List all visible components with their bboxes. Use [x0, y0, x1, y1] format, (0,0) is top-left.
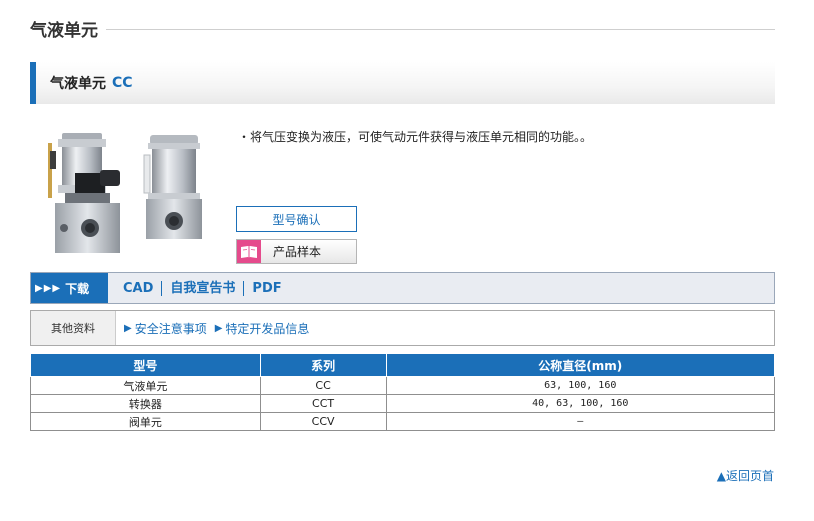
special-products-text: 特定开发品信息 — [225, 321, 310, 336]
page-title: 气液单元 — [30, 14, 775, 42]
other-materials-label: 其他资料 — [31, 311, 116, 345]
cell-series: CCV — [259, 412, 387, 431]
download-bar: ▶▶▶ 下载 CAD 自我宣告书 PDF — [30, 272, 775, 304]
cad-link[interactable]: CAD — [115, 280, 163, 296]
download-label: ▶▶▶ 下载 — [31, 273, 108, 303]
triangle-right-icon: ▶ — [214, 322, 223, 334]
download-text: 下载 — [65, 281, 90, 296]
safety-notes-link[interactable]: ▶ 安全注意事项 — [124, 320, 207, 337]
safety-notes-text: 安全注意事项 — [134, 321, 207, 336]
catalog-button[interactable]: 产品样本 — [236, 239, 357, 264]
product-image — [48, 133, 202, 253]
cell-model: 转换器 — [30, 394, 261, 413]
cell-diameter: 63, 100, 160 — [385, 376, 776, 395]
product-code: CC — [112, 75, 133, 91]
cell-model: 阀单元 — [30, 412, 261, 431]
triangle-right-icon: ▶ — [124, 322, 132, 334]
product-name: 气液单元 — [50, 76, 106, 92]
cell-series: CCT — [259, 394, 387, 413]
declaration-link[interactable]: 自我宣告书 — [162, 280, 245, 296]
table-row: 转换器 CCT 40, 63, 100, 160 — [30, 394, 776, 413]
header-model: 型号 — [30, 353, 261, 377]
model-confirm-button[interactable]: 型号确认 — [236, 206, 357, 232]
spec-table: 型号 系列 公称直径(mm) 气液单元 CC 63, 100, 160 转换器 … — [30, 353, 776, 431]
pdf-link[interactable]: PDF — [244, 281, 289, 296]
product-description: ・将气压变换为液压，可使气动元件获得与液压单元相同的功能。。 — [238, 130, 593, 144]
book-icon — [237, 240, 261, 263]
cell-diameter: 40, 63, 100, 160 — [385, 394, 776, 413]
other-materials: 其他资料 ▶ 安全注意事项 ▶ 特定开发品信息 — [30, 310, 775, 346]
arrows-icon: ▶▶▶ — [35, 282, 62, 294]
product-header: 气液单元 CC — [30, 62, 775, 104]
header-diameter: 公称直径(mm) — [385, 353, 776, 377]
page-title-text: 气液单元 — [30, 20, 98, 41]
cell-series: CC — [259, 376, 387, 395]
cell-model: 气液单元 — [30, 376, 261, 395]
title-divider — [106, 28, 775, 30]
back-to-top-link[interactable]: ▲返回页首 — [717, 467, 774, 484]
catalog-label: 产品样本 — [273, 245, 322, 259]
cell-diameter: — — [385, 412, 776, 431]
table-row: 气液单元 CC 63, 100, 160 — [30, 376, 776, 395]
table-header-row: 型号 系列 公称直径(mm) — [30, 353, 776, 377]
table-row: 阀单元 CCV — — [30, 412, 776, 431]
download-links: CAD 自我宣告书 PDF — [115, 280, 290, 296]
special-products-link[interactable]: ▶ 特定开发品信息 — [215, 320, 310, 337]
header-series: 系列 — [259, 353, 387, 377]
